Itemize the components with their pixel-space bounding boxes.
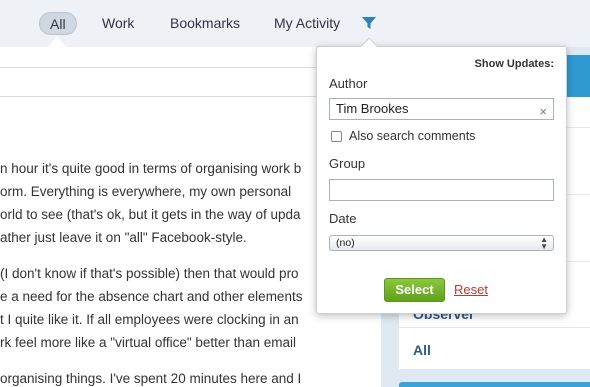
author-label: Author (329, 76, 368, 91)
tab-my-activity[interactable]: My Activity (274, 12, 340, 35)
sidebar-item-all[interactable]: All (413, 342, 431, 358)
group-label: Group (329, 156, 366, 171)
select-button[interactable]: Select (384, 278, 445, 302)
also-search-comments-checkbox[interactable] (331, 130, 342, 142)
tab-work[interactable]: Work (102, 12, 134, 35)
tab-bookmarks[interactable]: Bookmarks (170, 12, 240, 35)
reset-link[interactable]: Reset (454, 282, 488, 297)
active-tab-pointer (48, 36, 66, 47)
author-field[interactable]: Tim Brookes × (329, 98, 554, 120)
sidebar-next-header (399, 382, 590, 387)
post-line: organising things. I've spent 20 minutes… (0, 371, 302, 386)
post-line: rk feel more like a "virtual office" bet… (0, 335, 296, 350)
top-navigation: All Work Bookmarks My Activity (0, 0, 590, 47)
show-updates-popup: Show Updates: Author Tim Brookes × Also … (316, 37, 567, 314)
funnel-icon[interactable] (362, 17, 376, 35)
select-arrows-icon: ▲ ▼ (540, 235, 548, 251)
date-label: Date (329, 211, 357, 226)
popup-title: Show Updates: (474, 58, 554, 70)
also-search-comments-label: Also search comments (349, 129, 476, 143)
date-select[interactable]: (no) ▲ ▼ (329, 235, 554, 251)
update-input-box[interactable] (0, 67, 336, 97)
date-selected-value: (no) (336, 237, 355, 249)
group-field[interactable] (329, 179, 554, 201)
clear-icon[interactable]: × (539, 102, 547, 122)
tab-all[interactable]: All (39, 12, 77, 35)
also-search-comments-row[interactable]: Also search comments (331, 129, 475, 143)
divider (399, 327, 590, 328)
author-value: Tim Brookes (336, 101, 409, 116)
